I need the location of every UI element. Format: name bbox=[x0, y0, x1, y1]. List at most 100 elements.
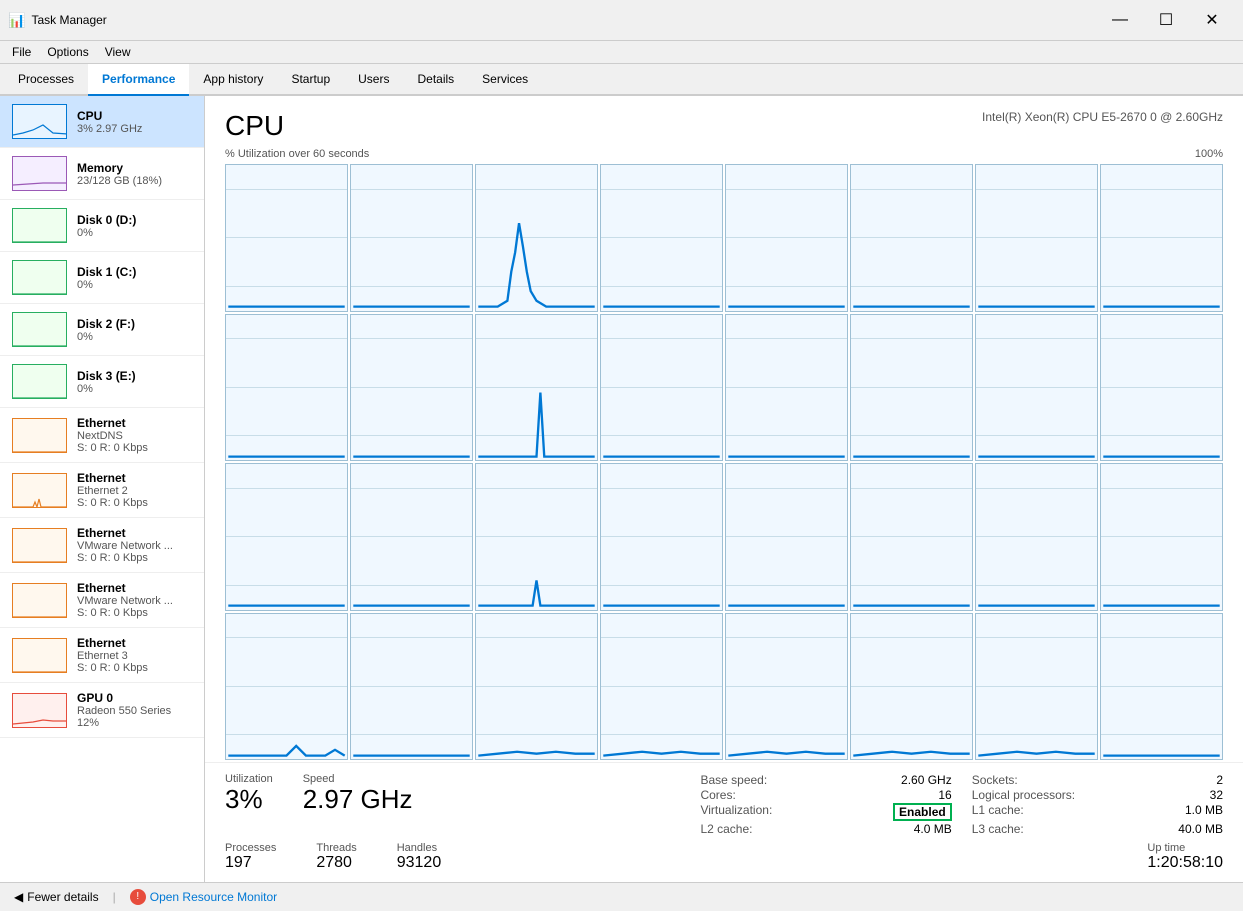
sidebar-item-eth1[interactable]: Ethernet Ethernet 2 S: 0 R: 0 Kbps bbox=[0, 463, 204, 518]
disk3-sub: 0% bbox=[77, 383, 192, 395]
detail-cores: Cores: 16 bbox=[700, 788, 951, 802]
eth4-sub2: Ethernet 3 bbox=[77, 650, 192, 662]
tab-services[interactable]: Services bbox=[468, 64, 542, 96]
cpu-cell-7 bbox=[1100, 164, 1223, 312]
cpu-cell-3 bbox=[600, 164, 723, 312]
detail-basespeed-label: Base speed: bbox=[700, 773, 767, 787]
detail-basespeed-value: 2.60 GHz bbox=[901, 773, 952, 787]
window-title: Task Manager bbox=[31, 13, 106, 27]
chart-max: 100% bbox=[1195, 148, 1223, 160]
cpu-cell-2 bbox=[475, 164, 598, 312]
arrow-left-icon: ◀ bbox=[14, 890, 23, 904]
content-area: CPU Intel(R) Xeon(R) CPU E5-2670 0 @ 2.6… bbox=[205, 96, 1243, 882]
cpu-cell-18 bbox=[475, 463, 598, 611]
detail-logical: Logical processors: 32 bbox=[972, 788, 1223, 802]
cpu-cell-17 bbox=[350, 463, 473, 611]
fewer-details-label: Fewer details bbox=[27, 890, 98, 904]
gpu0-label: GPU 0 bbox=[77, 691, 192, 705]
cpu-cell-30 bbox=[975, 613, 1098, 761]
gpu0-sub2: Radeon 550 Series bbox=[77, 705, 192, 717]
menu-view[interactable]: View bbox=[97, 41, 139, 63]
tab-users[interactable]: Users bbox=[344, 64, 403, 96]
detail-sockets-label: Sockets: bbox=[972, 773, 1018, 787]
cpu-cell-6 bbox=[975, 164, 1098, 312]
utilization-value: 3% bbox=[225, 785, 273, 814]
minimize-button[interactable]: — bbox=[1097, 6, 1143, 34]
detail-l2: L2 cache: 4.0 MB bbox=[700, 822, 951, 836]
detail-logical-value: 32 bbox=[1210, 788, 1223, 802]
speed-value: 2.97 GHz bbox=[303, 785, 413, 814]
chart-label: % Utilization over 60 seconds 100% bbox=[205, 146, 1243, 162]
eth4-sub: S: 0 R: 0 Kbps bbox=[77, 662, 192, 674]
eth3-label: Ethernet bbox=[77, 581, 192, 595]
sidebar-item-memory[interactable]: Memory 23/128 GB (18%) bbox=[0, 148, 204, 200]
disk3-mini-graph bbox=[12, 364, 67, 399]
eth0-label: Ethernet bbox=[77, 416, 192, 430]
eth1-sub2: Ethernet 2 bbox=[77, 485, 192, 497]
tab-performance[interactable]: Performance bbox=[88, 64, 189, 96]
detail-l1: L1 cache: 1.0 MB bbox=[972, 803, 1223, 821]
sidebar-item-cpu[interactable]: CPU 3% 2.97 GHz bbox=[0, 96, 204, 148]
app-icon: 📊 bbox=[8, 12, 25, 29]
eth0-sub: S: 0 R: 0 Kbps bbox=[77, 442, 192, 454]
sidebar: CPU 3% 2.97 GHz Memory 23/128 GB (18%) D… bbox=[0, 96, 205, 882]
sidebar-item-eth3[interactable]: Ethernet VMware Network ... S: 0 R: 0 Kb… bbox=[0, 573, 204, 628]
cpu-cell-27 bbox=[600, 613, 723, 761]
tab-details[interactable]: Details bbox=[403, 64, 468, 96]
uptime-value: 1:20:58:10 bbox=[1147, 854, 1223, 872]
sidebar-item-gpu0[interactable]: GPU 0 Radeon 550 Series 12% bbox=[0, 683, 204, 738]
detail-l2-value: 4.0 MB bbox=[914, 822, 952, 836]
sidebar-item-disk0[interactable]: Disk 0 (D:) 0% bbox=[0, 200, 204, 252]
gpu0-sub: 12% bbox=[77, 717, 192, 729]
tab-app-history[interactable]: App history bbox=[189, 64, 277, 96]
cpu-sub: 3% 2.97 GHz bbox=[77, 123, 192, 135]
bottom-bar: ◀ Fewer details | ! Open Resource Monito… bbox=[0, 882, 1243, 911]
processes-value: 197 bbox=[225, 854, 276, 872]
detail-basespeed: Base speed: 2.60 GHz bbox=[700, 773, 951, 787]
cpu-cell-26 bbox=[475, 613, 598, 761]
disk0-sub: 0% bbox=[77, 227, 192, 239]
sidebar-item-eth2[interactable]: Ethernet VMware Network ... S: 0 R: 0 Kb… bbox=[0, 518, 204, 573]
tab-startup[interactable]: Startup bbox=[277, 64, 344, 96]
menu-bar: File Options View bbox=[0, 41, 1243, 64]
handles-group: Handles 93120 bbox=[397, 842, 442, 872]
detail-sockets: Sockets: 2 bbox=[972, 773, 1223, 787]
cpu-cell-10 bbox=[475, 314, 598, 462]
close-button[interactable]: ✕ bbox=[1189, 6, 1235, 34]
cpu-mini-graph bbox=[12, 104, 67, 139]
sidebar-item-disk2[interactable]: Disk 2 (F:) 0% bbox=[0, 304, 204, 356]
eth2-mini-graph bbox=[12, 528, 67, 563]
sidebar-item-eth4[interactable]: Ethernet Ethernet 3 S: 0 R: 0 Kbps bbox=[0, 628, 204, 683]
sidebar-item-eth0[interactable]: Ethernet NextDNS S: 0 R: 0 Kbps bbox=[0, 408, 204, 463]
cpu-cell-16 bbox=[225, 463, 348, 611]
open-resource-monitor-button[interactable]: ! Open Resource Monitor bbox=[130, 889, 277, 905]
detail-virt-label: Virtualization: bbox=[700, 803, 772, 821]
detail-l2-label: L2 cache: bbox=[700, 822, 752, 836]
maximize-button[interactable]: ☐ bbox=[1143, 6, 1189, 34]
tab-processes[interactable]: Processes bbox=[4, 64, 88, 96]
window-controls: — ☐ ✕ bbox=[1097, 6, 1235, 34]
resource-icon: ! bbox=[130, 889, 146, 905]
sidebar-item-disk3[interactable]: Disk 3 (E:) 0% bbox=[0, 356, 204, 408]
eth1-label: Ethernet bbox=[77, 471, 192, 485]
detail-logical-label: Logical processors: bbox=[972, 788, 1075, 802]
cpu-cell-12 bbox=[725, 314, 848, 462]
disk1-label: Disk 1 (C:) bbox=[77, 265, 192, 279]
cpu-cell-15 bbox=[1100, 314, 1223, 462]
detail-cores-label: Cores: bbox=[700, 788, 735, 802]
menu-options[interactable]: Options bbox=[39, 41, 96, 63]
sidebar-item-disk1[interactable]: Disk 1 (C:) 0% bbox=[0, 252, 204, 304]
detail-sockets-value: 2 bbox=[1216, 773, 1223, 787]
cpu-cell-14 bbox=[975, 314, 1098, 462]
fewer-details-button[interactable]: ◀ Fewer details bbox=[14, 890, 99, 904]
cpu-label: CPU bbox=[77, 109, 192, 123]
processes-label: Processes bbox=[225, 842, 276, 854]
menu-file[interactable]: File bbox=[4, 41, 39, 63]
content-subtitle: Intel(R) Xeon(R) CPU E5-2670 0 @ 2.60GHz bbox=[982, 110, 1223, 124]
eth0-mini-graph bbox=[12, 418, 67, 453]
cpu-cell-21 bbox=[850, 463, 973, 611]
handles-value: 93120 bbox=[397, 854, 442, 872]
separator: | bbox=[113, 890, 116, 904]
eth3-sub: S: 0 R: 0 Kbps bbox=[77, 607, 192, 619]
cpu-cell-31 bbox=[1100, 613, 1223, 761]
